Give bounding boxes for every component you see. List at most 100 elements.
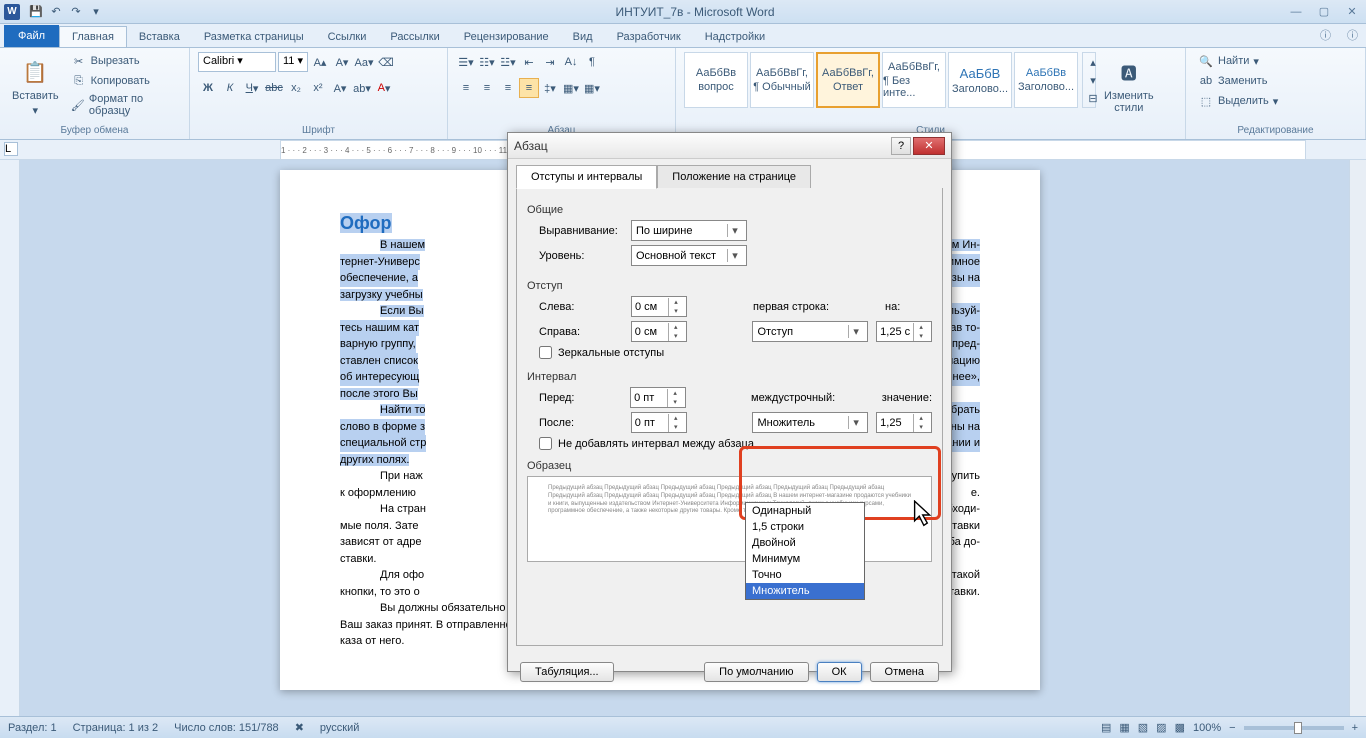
mirror-indents-checkbox[interactable] <box>539 346 552 359</box>
align-center-icon[interactable]: ≡ <box>477 78 497 98</box>
vertical-ruler[interactable] <box>0 160 20 716</box>
style-item-5[interactable]: АаБбВЗаголово... <box>948 52 1012 108</box>
level-select[interactable]: Основной текст▾ <box>631 245 747 266</box>
tab-selector[interactable]: L <box>4 142 18 156</box>
clear-format-icon[interactable]: ⌫ <box>376 52 396 72</box>
status-section[interactable]: Раздел: 1 <box>8 722 57 734</box>
tab-addins[interactable]: Надстройки <box>693 27 777 47</box>
tab-home[interactable]: Главная <box>59 26 127 47</box>
style-item-3[interactable]: АаБбВвГг,Ответ <box>816 52 880 108</box>
qat-undo-icon[interactable]: ↶ <box>48 4 64 20</box>
style-item-6[interactable]: АаБбВвЗаголово... <box>1014 52 1078 108</box>
vertical-scrollbar[interactable] <box>1349 160 1366 716</box>
spin-up-icon[interactable]: ▴ <box>669 414 683 423</box>
cancel-button[interactable]: Отмена <box>870 662 939 682</box>
qat-customize-icon[interactable]: ▾ <box>88 4 104 20</box>
grow-font-icon[interactable]: A▴ <box>310 52 330 72</box>
change-styles-button[interactable]: 🅰 Изменить стили <box>1100 52 1158 118</box>
replace-button[interactable]: abЗаменить <box>1194 72 1282 90</box>
spin-up-icon[interactable]: ▴ <box>914 323 928 332</box>
qat-redo-icon[interactable]: ↷ <box>68 4 84 20</box>
zoom-in-icon[interactable]: + <box>1352 722 1358 734</box>
font-name-select[interactable]: Calibri ▾ <box>198 52 276 72</box>
outdent-icon[interactable]: ⇤ <box>519 52 539 72</box>
font-color-icon[interactable]: A▾ <box>374 78 394 98</box>
minimize-icon[interactable]: — <box>1286 4 1306 20</box>
style-item-4[interactable]: АаБбВвГг,¶ Без инте... <box>882 52 946 108</box>
justify-icon[interactable]: ≡ <box>519 78 539 98</box>
show-marks-icon[interactable]: ¶ <box>582 52 602 72</box>
firstline-select[interactable]: Отступ▾ <box>752 321 868 342</box>
indent-right-spinner[interactable]: ▴▾ <box>631 321 687 342</box>
view-print-icon[interactable]: ▤ <box>1101 721 1111 734</box>
before-spinner[interactable]: ▴▾ <box>630 387 685 408</box>
change-case-icon[interactable]: Aa▾ <box>354 52 374 72</box>
text-effects-icon[interactable]: A▾ <box>330 78 350 98</box>
multilevel-icon[interactable]: ☳▾ <box>498 52 518 72</box>
indent-left-spinner[interactable]: ▴▾ <box>631 296 687 317</box>
ribbon-help-icon[interactable]: ⓘ <box>1339 23 1366 47</box>
dialog-close-icon[interactable]: ✕ <box>913 137 945 155</box>
linespace-select[interactable]: Множитель▾ <box>752 412 868 433</box>
status-spell-icon[interactable]: ✖ <box>295 721 304 734</box>
view-web-icon[interactable]: ▧ <box>1138 721 1148 734</box>
borders-icon[interactable]: ▦▾ <box>582 78 602 98</box>
spin-down-icon[interactable]: ▾ <box>914 332 928 341</box>
zoom-level[interactable]: 100% <box>1193 722 1221 734</box>
highlight-icon[interactable]: ab▾ <box>352 78 372 98</box>
spin-up-icon[interactable]: ▴ <box>669 323 683 332</box>
status-page[interactable]: Страница: 1 из 2 <box>73 722 159 734</box>
status-words[interactable]: Число слов: 151/788 <box>174 722 279 734</box>
spin-up-icon[interactable]: ▴ <box>914 414 928 423</box>
numbering-icon[interactable]: ☷▾ <box>477 52 497 72</box>
view-read-icon[interactable]: ▦ <box>1119 721 1129 734</box>
tab-review[interactable]: Рецензирование <box>452 27 561 47</box>
tab-refs[interactable]: Ссылки <box>316 27 379 47</box>
dropdown-option-double[interactable]: Двойной <box>746 535 864 551</box>
status-lang[interactable]: русский <box>320 722 359 734</box>
tab-file[interactable]: Файл <box>4 25 59 47</box>
alignment-select[interactable]: По ширине▾ <box>631 220 747 241</box>
after-spinner[interactable]: ▴▾ <box>631 412 687 433</box>
view-draft-icon[interactable]: ▩ <box>1175 721 1185 734</box>
shrink-font-icon[interactable]: A▾ <box>332 52 352 72</box>
zoom-out-icon[interactable]: − <box>1229 722 1235 734</box>
bold-icon[interactable]: Ж <box>198 78 218 98</box>
ok-button[interactable]: ОК <box>817 662 862 682</box>
zoom-slider[interactable] <box>1244 726 1344 730</box>
firstline-by-spinner[interactable]: ▴▾ <box>876 321 932 342</box>
spin-down-icon[interactable]: ▾ <box>669 307 683 316</box>
dropdown-option-1-5[interactable]: 1,5 строки <box>746 519 864 535</box>
align-left-icon[interactable]: ≡ <box>456 78 476 98</box>
dropdown-option-min[interactable]: Минимум <box>746 551 864 567</box>
spin-down-icon[interactable]: ▾ <box>668 398 682 407</box>
close-icon[interactable]: ✕ <box>1342 4 1362 20</box>
align-right-icon[interactable]: ≡ <box>498 78 518 98</box>
ribbon-minimize-icon[interactable]: ⓘ <box>1312 23 1339 47</box>
linespace-value-spinner[interactable]: ▴▾ <box>876 412 932 433</box>
strike-icon[interactable]: abc <box>264 78 284 98</box>
noadd-checkbox[interactable] <box>539 437 552 450</box>
spin-up-icon[interactable]: ▴ <box>669 298 683 307</box>
spin-down-icon[interactable]: ▾ <box>669 332 683 341</box>
italic-icon[interactable]: К <box>220 78 240 98</box>
shading-icon[interactable]: ▦▾ <box>561 78 581 98</box>
tab-insert[interactable]: Вставка <box>127 27 192 47</box>
paste-button[interactable]: 📋 Вставить ▾ <box>8 52 63 121</box>
dropdown-option-multiple[interactable]: Множитель <box>746 583 864 599</box>
spin-up-icon[interactable]: ▴ <box>668 389 682 398</box>
default-button[interactable]: По умолчанию <box>704 662 808 682</box>
underline-icon[interactable]: Ч▾ <box>242 78 262 98</box>
tab-mail[interactable]: Рассылки <box>378 27 451 47</box>
copy-button[interactable]: ⎘Копировать <box>67 72 181 90</box>
dialog-help-icon[interactable]: ? <box>891 137 911 155</box>
sort-icon[interactable]: A↓ <box>561 52 581 72</box>
select-button[interactable]: ⬚Выделить ▾ <box>1194 92 1282 110</box>
line-spacing-icon[interactable]: ‡▾ <box>540 78 560 98</box>
spin-down-icon[interactable]: ▾ <box>669 423 683 432</box>
dropdown-option-exact[interactable]: Точно <box>746 567 864 583</box>
style-item-2[interactable]: АаБбВвГг,¶ Обычный <box>750 52 814 108</box>
style-item-1[interactable]: АаБбВввопрос <box>684 52 748 108</box>
tabs-button[interactable]: Табуляция... <box>520 662 614 682</box>
tab-layout[interactable]: Разметка страницы <box>192 27 316 47</box>
